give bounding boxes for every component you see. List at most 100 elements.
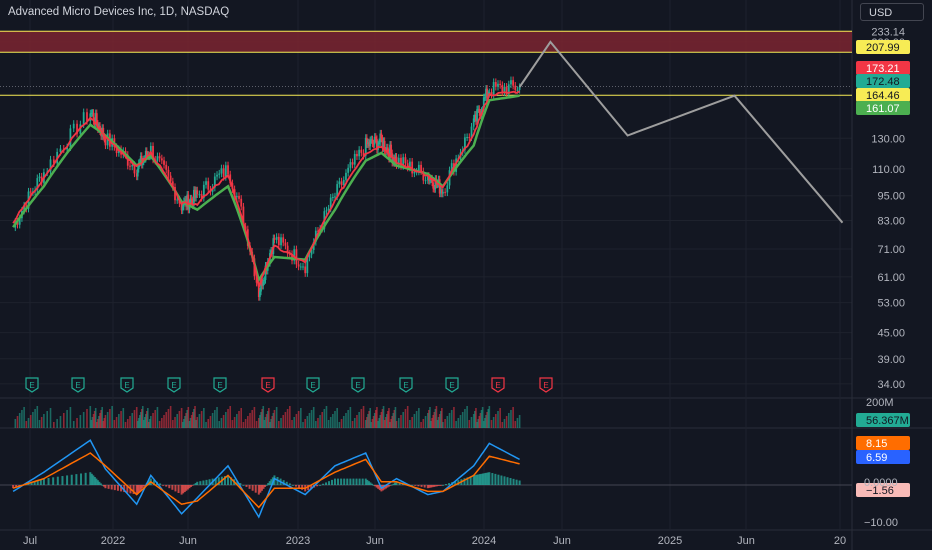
volume-bar (444, 419, 446, 428)
macd-histogram-bar (75, 474, 78, 485)
macd-histogram-bar (113, 485, 116, 491)
volume-bar (461, 412, 464, 428)
candle-body (284, 242, 287, 246)
volume-bar (420, 422, 422, 428)
resistance-zone (0, 31, 852, 53)
candle-body (59, 148, 62, 152)
macd-histogram-bar (171, 485, 174, 490)
volume-bar (222, 415, 225, 428)
volume-bar (211, 413, 214, 428)
candle-body (238, 195, 240, 199)
volume-bar (198, 414, 201, 428)
macd-histogram-bar (414, 485, 417, 486)
volume-bar (49, 408, 52, 428)
volume-bar (16, 416, 19, 428)
macd-histogram-bar (174, 485, 177, 492)
price-axis-label: 34.00 (877, 379, 905, 391)
volume-bar (286, 409, 289, 428)
earnings-marker: E (213, 377, 227, 393)
candle-body (156, 156, 159, 161)
volume-bar (404, 409, 407, 428)
volume-bar (14, 419, 17, 428)
volume-bar (40, 417, 43, 428)
candle-body (518, 87, 521, 90)
macd-histogram-bar (358, 478, 361, 485)
time-axis-label: Jun (179, 535, 197, 547)
volume-bar (319, 415, 321, 428)
macd-histogram-bar (177, 485, 180, 493)
candle-body (282, 237, 285, 243)
volume-bar (18, 413, 21, 428)
volume-bar (34, 409, 36, 428)
volume-bar (304, 419, 307, 428)
volume-bar (356, 415, 358, 428)
macd-histogram-bar (328, 481, 331, 485)
volume-bar (289, 406, 291, 428)
volume-bar (512, 407, 514, 428)
volume-bar (336, 408, 338, 428)
price-axis-label: 39.00 (877, 354, 905, 366)
macd-tag: 6.59 (856, 450, 910, 464)
volume-bar (238, 411, 240, 428)
volume-bar (29, 415, 32, 428)
volume-bar (165, 412, 168, 428)
macd-histogram-bar (515, 479, 518, 485)
volume-bar (169, 406, 172, 428)
macd-histogram-bar (70, 474, 73, 485)
volume-bar (411, 417, 413, 428)
volume-bar (402, 412, 405, 428)
candle-body (224, 165, 227, 177)
earnings-marker: E (491, 377, 505, 393)
volume-bar (273, 410, 276, 428)
candle-body (512, 80, 515, 86)
volume-bar (242, 422, 245, 428)
macd-histogram-bar (497, 474, 500, 485)
earnings-marker: E (167, 377, 181, 393)
macd-histogram-bar (248, 485, 251, 489)
candle-body (353, 153, 356, 165)
time-axis-label: 2025 (658, 535, 682, 547)
macd-histogram-bar (352, 478, 355, 485)
volume-bar (163, 415, 165, 428)
candle-body (304, 266, 307, 274)
volume-bar (233, 417, 236, 428)
volume-bar (216, 407, 218, 428)
volume-bar (66, 410, 68, 428)
time-axis-label: 2022 (101, 535, 125, 547)
macd-histogram-bar (512, 478, 515, 485)
volume-bar (200, 411, 203, 428)
macd-histogram-bar (199, 481, 202, 485)
candle-body (360, 149, 363, 153)
candle-body (334, 196, 336, 198)
macd-histogram-bar (47, 477, 50, 485)
volume-bar (334, 411, 336, 428)
price-tag-text: 173.21 (866, 63, 900, 75)
currency-selector[interactable]: USD (860, 3, 924, 21)
candle-body (129, 165, 131, 167)
volume-bar (353, 418, 356, 428)
earnings-marker-label: E (449, 381, 454, 390)
volume-bar (495, 414, 497, 428)
price-axis-label: 130.00 (871, 133, 905, 145)
volume-bar (76, 418, 78, 428)
volume-bar (111, 406, 113, 428)
earnings-marker-label: E (265, 381, 270, 390)
volume-bar (247, 416, 249, 428)
volume-bar (516, 418, 519, 428)
volume-bar (118, 414, 120, 428)
macd-histogram-bar (168, 485, 171, 489)
candle-body (349, 162, 352, 168)
macd-tag-text: 6.59 (866, 452, 887, 464)
candle-body (501, 84, 504, 92)
chart-title: Advanced Micro Devices Inc, 1D, NASDAQ (8, 6, 230, 18)
candle-body (468, 137, 471, 139)
candle-body (299, 266, 302, 268)
volume-bar (406, 406, 409, 428)
volume-bar (43, 414, 45, 428)
macd-histogram-bar (423, 485, 426, 488)
earnings-marker: E (261, 377, 275, 393)
chart-canvas[interactable]: EEEEEEEEEEEE 233.14220.00130.00110.0095.… (0, 0, 932, 550)
candle-body (444, 191, 447, 193)
candle-body (220, 168, 223, 174)
volume-bar (466, 406, 468, 428)
